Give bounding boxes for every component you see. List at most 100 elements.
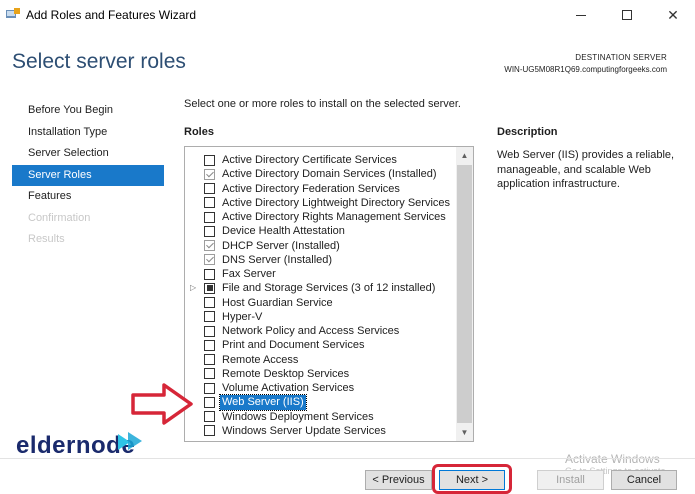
- role-label: Print and Document Services: [222, 339, 365, 352]
- role-row[interactable]: Windows Server Update Services: [185, 424, 457, 438]
- role-label: Active Directory Certificate Services: [222, 154, 397, 166]
- role-checkbox[interactable]: [204, 211, 215, 223]
- role-checkbox[interactable]: [204, 311, 215, 323]
- role-row[interactable]: DNS Server (Installed): [185, 253, 457, 267]
- role-checkbox[interactable]: [204, 197, 215, 209]
- role-label: Web Server (IIS): [219, 394, 307, 411]
- role-checkbox[interactable]: [204, 411, 215, 422]
- roles-scrollbar[interactable]: ▲ ▼: [456, 147, 473, 441]
- role-label: Network Policy and Access Services: [222, 325, 400, 337]
- role-checkbox[interactable]: [204, 368, 215, 380]
- role-checkbox[interactable]: [204, 183, 215, 194]
- nav-item-installation-type[interactable]: Installation Type: [12, 122, 164, 144]
- role-label: Fax Server: [222, 268, 276, 280]
- role-label: Active Directory Lightweight Directory S…: [222, 196, 451, 209]
- window-title: Add Roles and Features Wizard: [26, 8, 197, 22]
- role-label: Host Guardian Service: [222, 296, 333, 309]
- roles-list: Active Directory Certificate Services Act…: [185, 153, 457, 438]
- nav-item-before-you-begin[interactable]: Before You Begin: [12, 100, 164, 122]
- minimize-icon: [576, 14, 586, 16]
- role-row[interactable]: Hyper-V: [185, 310, 457, 324]
- footer-divider: [0, 458, 695, 459]
- role-checkbox[interactable]: [204, 325, 215, 337]
- scroll-up-arrow-icon: ▲: [460, 151, 469, 160]
- role-label: DHCP Server (Installed): [222, 239, 340, 252]
- role-row[interactable]: Active Directory Domain Services (Instal…: [185, 167, 457, 181]
- close-icon: ✕: [667, 6, 679, 23]
- role-checkbox[interactable]: [204, 268, 215, 280]
- role-checkbox[interactable]: [204, 282, 215, 294]
- title-bar: Add Roles and Features Wizard ✕: [0, 0, 695, 30]
- nav-item-results: Results: [28, 233, 65, 245]
- eldernode-logo: eldernode: [16, 432, 142, 468]
- nav-item-confirmation: Confirmation: [28, 211, 91, 224]
- role-label: File and Storage Services (3 of 12 insta…: [222, 282, 436, 295]
- red-arrow-annotation-icon: [131, 383, 193, 425]
- role-row[interactable]: ▷ File and Storage Services (3 of 12 inst…: [185, 281, 457, 295]
- role-checkbox[interactable]: [204, 240, 215, 251]
- role-checkbox[interactable]: [204, 225, 215, 237]
- role-label: Hyper-V: [222, 310, 263, 323]
- wizard-nav: Before You Begin Installation Type Serve…: [12, 100, 164, 251]
- role-row[interactable]: DHCP Server (Installed): [185, 239, 457, 253]
- role-row[interactable]: Remote Desktop Services: [185, 367, 457, 381]
- role-label: Active Directory Domain Services (Instal…: [222, 168, 437, 181]
- role-row[interactable]: Windows Deployment Services: [185, 410, 457, 424]
- role-checkbox[interactable]: [204, 154, 215, 166]
- role-checkbox[interactable]: [204, 339, 215, 351]
- previous-button[interactable]: < Previous: [365, 470, 432, 490]
- next-button-highlight: [432, 464, 512, 494]
- nav-item-server-roles[interactable]: Server Roles: [12, 164, 164, 186]
- role-row[interactable]: Active Directory Lightweight Directory S…: [185, 196, 457, 210]
- role-label: Windows Server Update Services: [222, 424, 386, 437]
- maximize-button[interactable]: [604, 0, 650, 30]
- role-checkbox[interactable]: [204, 254, 215, 266]
- close-button[interactable]: ✕: [650, 0, 695, 30]
- role-row[interactable]: Fax Server: [185, 267, 457, 281]
- destination-server-name: WIN-UG5M08R1Q69.computingforgeeks.com: [504, 65, 667, 74]
- role-row[interactable]: Device Health Attestation: [185, 224, 457, 238]
- destination-server-label: DESTINATION SERVER: [575, 53, 667, 62]
- expand-arrow-icon[interactable]: ▷: [190, 281, 196, 295]
- wizard-app-icon: [6, 8, 20, 18]
- role-checkbox[interactable]: [204, 425, 215, 437]
- nav-item-server-selection[interactable]: Server Selection: [12, 143, 164, 165]
- role-label: Windows Deployment Services: [222, 410, 374, 423]
- role-row[interactable]: Web Server (IIS): [185, 394, 457, 411]
- role-label: Device Health Attestation: [222, 225, 345, 238]
- scroll-down-button[interactable]: ▼: [456, 424, 473, 441]
- roles-heading: Roles: [184, 126, 214, 138]
- roles-list-box: Active Directory Certificate Services Act…: [184, 146, 474, 442]
- role-checkbox[interactable]: [204, 354, 215, 365]
- role-row[interactable]: Remote Access: [185, 353, 457, 367]
- role-checkbox[interactable]: [204, 168, 215, 180]
- role-row[interactable]: Host Guardian Service: [185, 296, 457, 310]
- role-row[interactable]: Print and Document Services: [185, 338, 457, 352]
- scrollbar-thumb[interactable]: [457, 165, 472, 423]
- role-row[interactable]: Active Directory Rights Management Servi…: [185, 210, 457, 224]
- cancel-button[interactable]: Cancel: [611, 470, 677, 490]
- nav-item-features[interactable]: Features: [12, 186, 164, 208]
- install-button: Install: [537, 470, 604, 490]
- instruction-text: Select one or more roles to install on t…: [184, 98, 461, 110]
- destination-server-info: DESTINATION SERVER WIN-UG5M08R1Q69.compu…: [504, 52, 667, 76]
- role-row[interactable]: Volume Activation Services: [185, 381, 457, 395]
- role-label: Active Directory Rights Management Servi…: [222, 211, 446, 223]
- role-checkbox[interactable]: [204, 382, 215, 394]
- role-label: Volume Activation Services: [222, 382, 355, 394]
- minimize-button[interactable]: [558, 0, 604, 30]
- role-checkbox[interactable]: [204, 396, 215, 408]
- description-heading: Description: [497, 126, 558, 138]
- scroll-down-arrow-icon: ▼: [460, 428, 469, 437]
- role-row[interactable]: Active Directory Federation Services: [185, 182, 457, 196]
- scroll-up-button[interactable]: ▲: [456, 147, 473, 164]
- role-row[interactable]: Active Directory Certificate Services: [185, 153, 457, 167]
- role-row[interactable]: Network Policy and Access Services: [185, 324, 457, 338]
- logo-play-icon: [118, 432, 142, 450]
- role-checkbox[interactable]: [204, 297, 215, 308]
- role-label: DNS Server (Installed): [222, 253, 333, 266]
- activate-windows-watermark: Activate Windows: [565, 452, 660, 466]
- page-title: Select server roles: [12, 50, 186, 73]
- role-label: Active Directory Federation Services: [222, 182, 400, 195]
- maximize-icon: [622, 10, 632, 20]
